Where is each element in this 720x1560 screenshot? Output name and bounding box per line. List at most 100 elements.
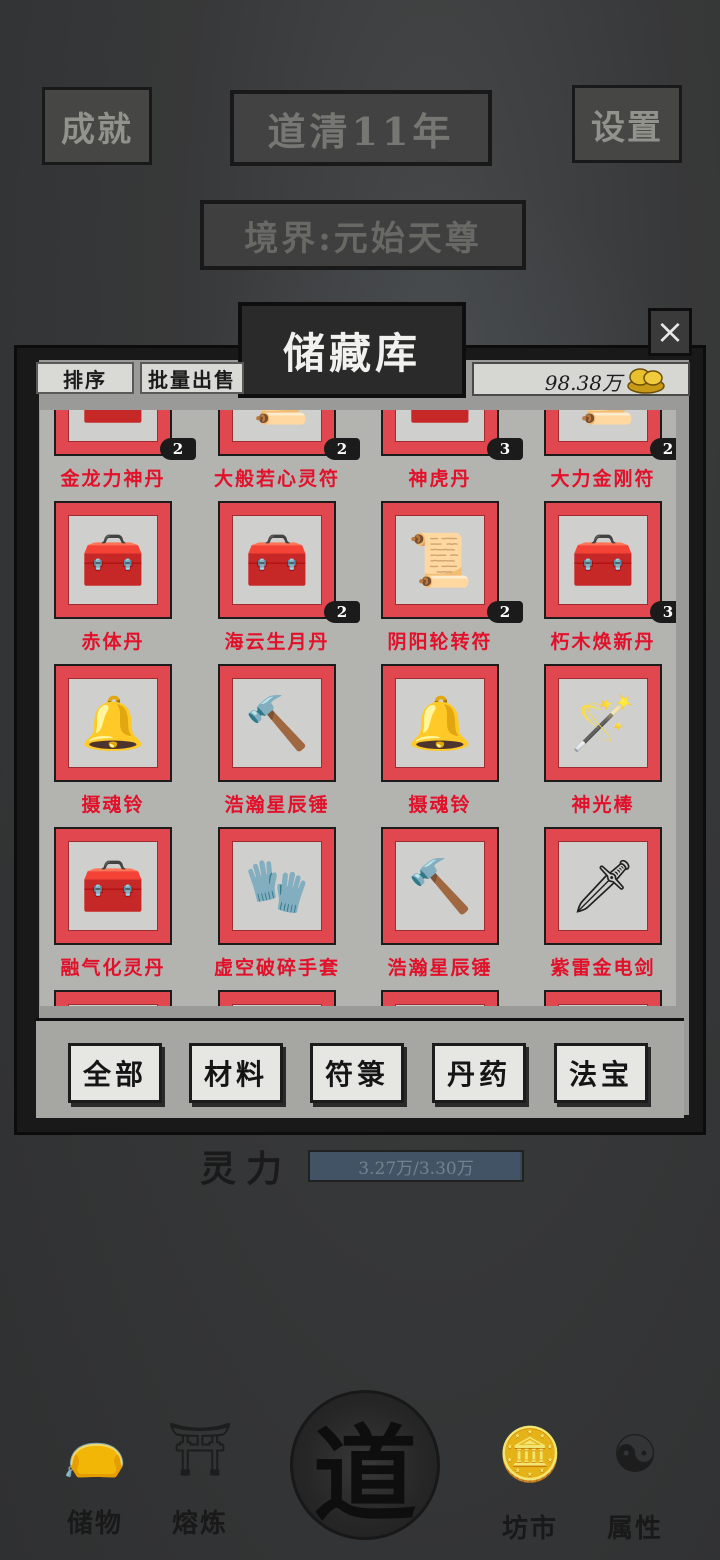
item-slot[interactable]: 📜2 大力金刚符 [534,410,676,501]
item-name: 朽木焕新丹 [550,631,656,653]
pink-pill-chest-icon: 🧰 [68,841,158,931]
item-row: 🧰2金龙力神丹📜2大般若心灵符🧰3神虎丹📜2大力金刚符 [40,410,676,501]
item-slot[interactable]: 🟫 [44,990,194,1006]
item-row: 🧰 融气化灵丹 🧤 虚空破碎手套 🔨 浩瀚星辰锤 🗡 紫雷金电剑 [40,827,676,990]
item-slot[interactable]: 🧰 融气化灵丹 [44,827,194,990]
item-slot[interactable]: 🟣 [534,990,676,1006]
item-row: 🧰 赤体丹 🧰 2 海云生月丹 📜 2 阴阳轮转符 🧰 3 朽木焕新丹 [40,501,676,664]
category-talismans-button[interactable]: 符箓 [310,1043,404,1103]
red-pill-chest-icon: 🧰 [68,515,158,605]
item-slot[interactable]: 🪄 神光棒 [534,664,676,827]
item-slot[interactable]: 🔴 [208,990,358,1006]
item-name: 紫雷金电剑 [550,957,656,979]
green-pill-chest-icon: 🧰 [558,515,648,605]
category-materials-button[interactable]: 材料 [189,1043,283,1103]
item-tile: 📜2 [544,410,676,460]
category-all-label: 全部 [82,1058,147,1091]
item-tile: 🟪 [381,990,499,1006]
item-slot[interactable]: 🗡 紫雷金电剑 [534,827,676,990]
item-tile: 🪄 [544,664,662,782]
item-name: 金龙力神丹 [60,468,166,490]
batch-sell-button[interactable]: 批量出售 [140,362,244,394]
chest-icon: 🧰 [68,410,158,442]
item-name: 摄魂铃 [81,794,145,816]
item-slot[interactable]: 🔨 浩瀚星辰锤 [208,664,358,827]
item-tile: 🧰3 [544,501,676,623]
item-count-badge: 2 [324,438,360,460]
item-grid-list: 🧰2金龙力神丹📜2大般若心灵符🧰3神虎丹📜2大力金刚符🧰赤体丹🧰2海云生月丹📜2… [40,410,676,1006]
item-name: 海云生月丹 [224,631,330,653]
storage-title: 储藏库 [282,328,421,378]
item-slot[interactable]: 🧰3 神虎丹 [371,410,523,501]
category-materials-label: 材料 [203,1058,268,1091]
item-tile: 🧰3 [381,410,523,460]
money-display: 98.38万 [472,362,690,396]
item-slot[interactable]: 🧰 2 海云生月丹 [208,501,360,664]
item-slot[interactable]: 🧰2 金龙力神丹 [44,410,196,501]
item-tile: 🧰 [54,501,172,619]
item-tile: 🟫 [54,990,172,1006]
hammer-icon: 🔨 [232,678,322,768]
item-name: 神光棒 [571,794,635,816]
item-tile: 🔨 [381,827,499,945]
item-icon: 🟫 [68,1004,158,1006]
talisman-icon: 📜 [558,410,648,442]
glove-icon: 🧤 [232,841,322,931]
sort-button[interactable]: 排序 [36,362,134,394]
item-name: 浩瀚星辰锤 [224,794,330,816]
category-pills-label: 丹药 [446,1058,511,1091]
item-tile: 🟣 [544,990,662,1006]
category-bar: 全部 材料 符箓 丹药 法宝 [36,1018,684,1118]
item-tile: 🗡 [544,827,662,945]
close-button[interactable]: × [648,308,692,356]
item-tile: 📜2 [218,410,360,460]
item-tile: 🔨 [218,664,336,782]
item-count-badge: 3 [487,438,523,460]
item-count-badge: 2 [487,601,523,623]
item-grid[interactable]: 🧰2金龙力神丹📜2大般若心灵符🧰3神虎丹📜2大力金刚符🧰赤体丹🧰2海云生月丹📜2… [40,410,676,1006]
item-icon: 🟣 [558,1004,648,1006]
item-name: 大力金刚符 [550,468,656,490]
bell-icon: 🔔 [68,678,158,768]
item-name: 阴阳轮转符 [387,631,493,653]
item-row: 🟫 🔴 🟪 🟣 [40,990,676,1006]
item-name: 融气化灵丹 [60,957,166,979]
category-artifacts-label: 法宝 [568,1058,633,1091]
item-name: 浩瀚星辰锤 [387,957,493,979]
item-slot[interactable]: 📜 2 阴阳轮转符 [371,501,523,664]
gold-ingot-icon [627,368,665,394]
batch-sell-label: 批量出售 [148,367,236,392]
item-name: 摄魂铃 [408,794,472,816]
category-all-button[interactable]: 全部 [68,1043,162,1103]
item-slot[interactable]: 🧰 赤体丹 [44,501,194,664]
category-talismans-label: 符箓 [324,1058,389,1091]
item-name: 大般若心灵符 [213,468,340,490]
item-slot[interactable]: 🧤 虚空破碎手套 [208,827,358,990]
item-count-badge: 2 [160,438,196,460]
close-icon: × [655,312,685,352]
item-slot[interactable]: 🔔 摄魂铃 [371,664,521,827]
item-slot[interactable]: 📜2 大般若心灵符 [208,410,360,501]
talisman-icon: 📜 [232,410,322,442]
item-tile: 🧰2 [218,501,360,623]
item-tile: 🔴 [218,990,336,1006]
item-name: 虚空破碎手套 [213,957,340,979]
hammer-icon: 🔨 [395,841,485,931]
item-tile: 🧰2 [54,410,196,460]
category-pills-button[interactable]: 丹药 [432,1043,526,1103]
item-count-badge: 3 [650,601,676,623]
item-count-badge: 2 [324,601,360,623]
item-icon: 🔴 [232,1004,322,1006]
item-tile: 📜2 [381,501,523,623]
chest-icon: 🧰 [395,410,485,442]
category-artifacts-button[interactable]: 法宝 [554,1043,648,1103]
item-icon: 🟪 [395,1004,485,1006]
item-slot[interactable]: 🧰 3 朽木焕新丹 [534,501,676,664]
item-slot[interactable]: 🔔 摄魂铃 [44,664,194,827]
talisman-scroll-icon: 📜 [395,515,485,605]
money-amount: 98.38万 [544,371,622,395]
bell-icon: 🔔 [395,678,485,768]
item-name: 赤体丹 [81,631,145,653]
item-slot[interactable]: 🟪 [371,990,521,1006]
item-slot[interactable]: 🔨 浩瀚星辰锤 [371,827,521,990]
